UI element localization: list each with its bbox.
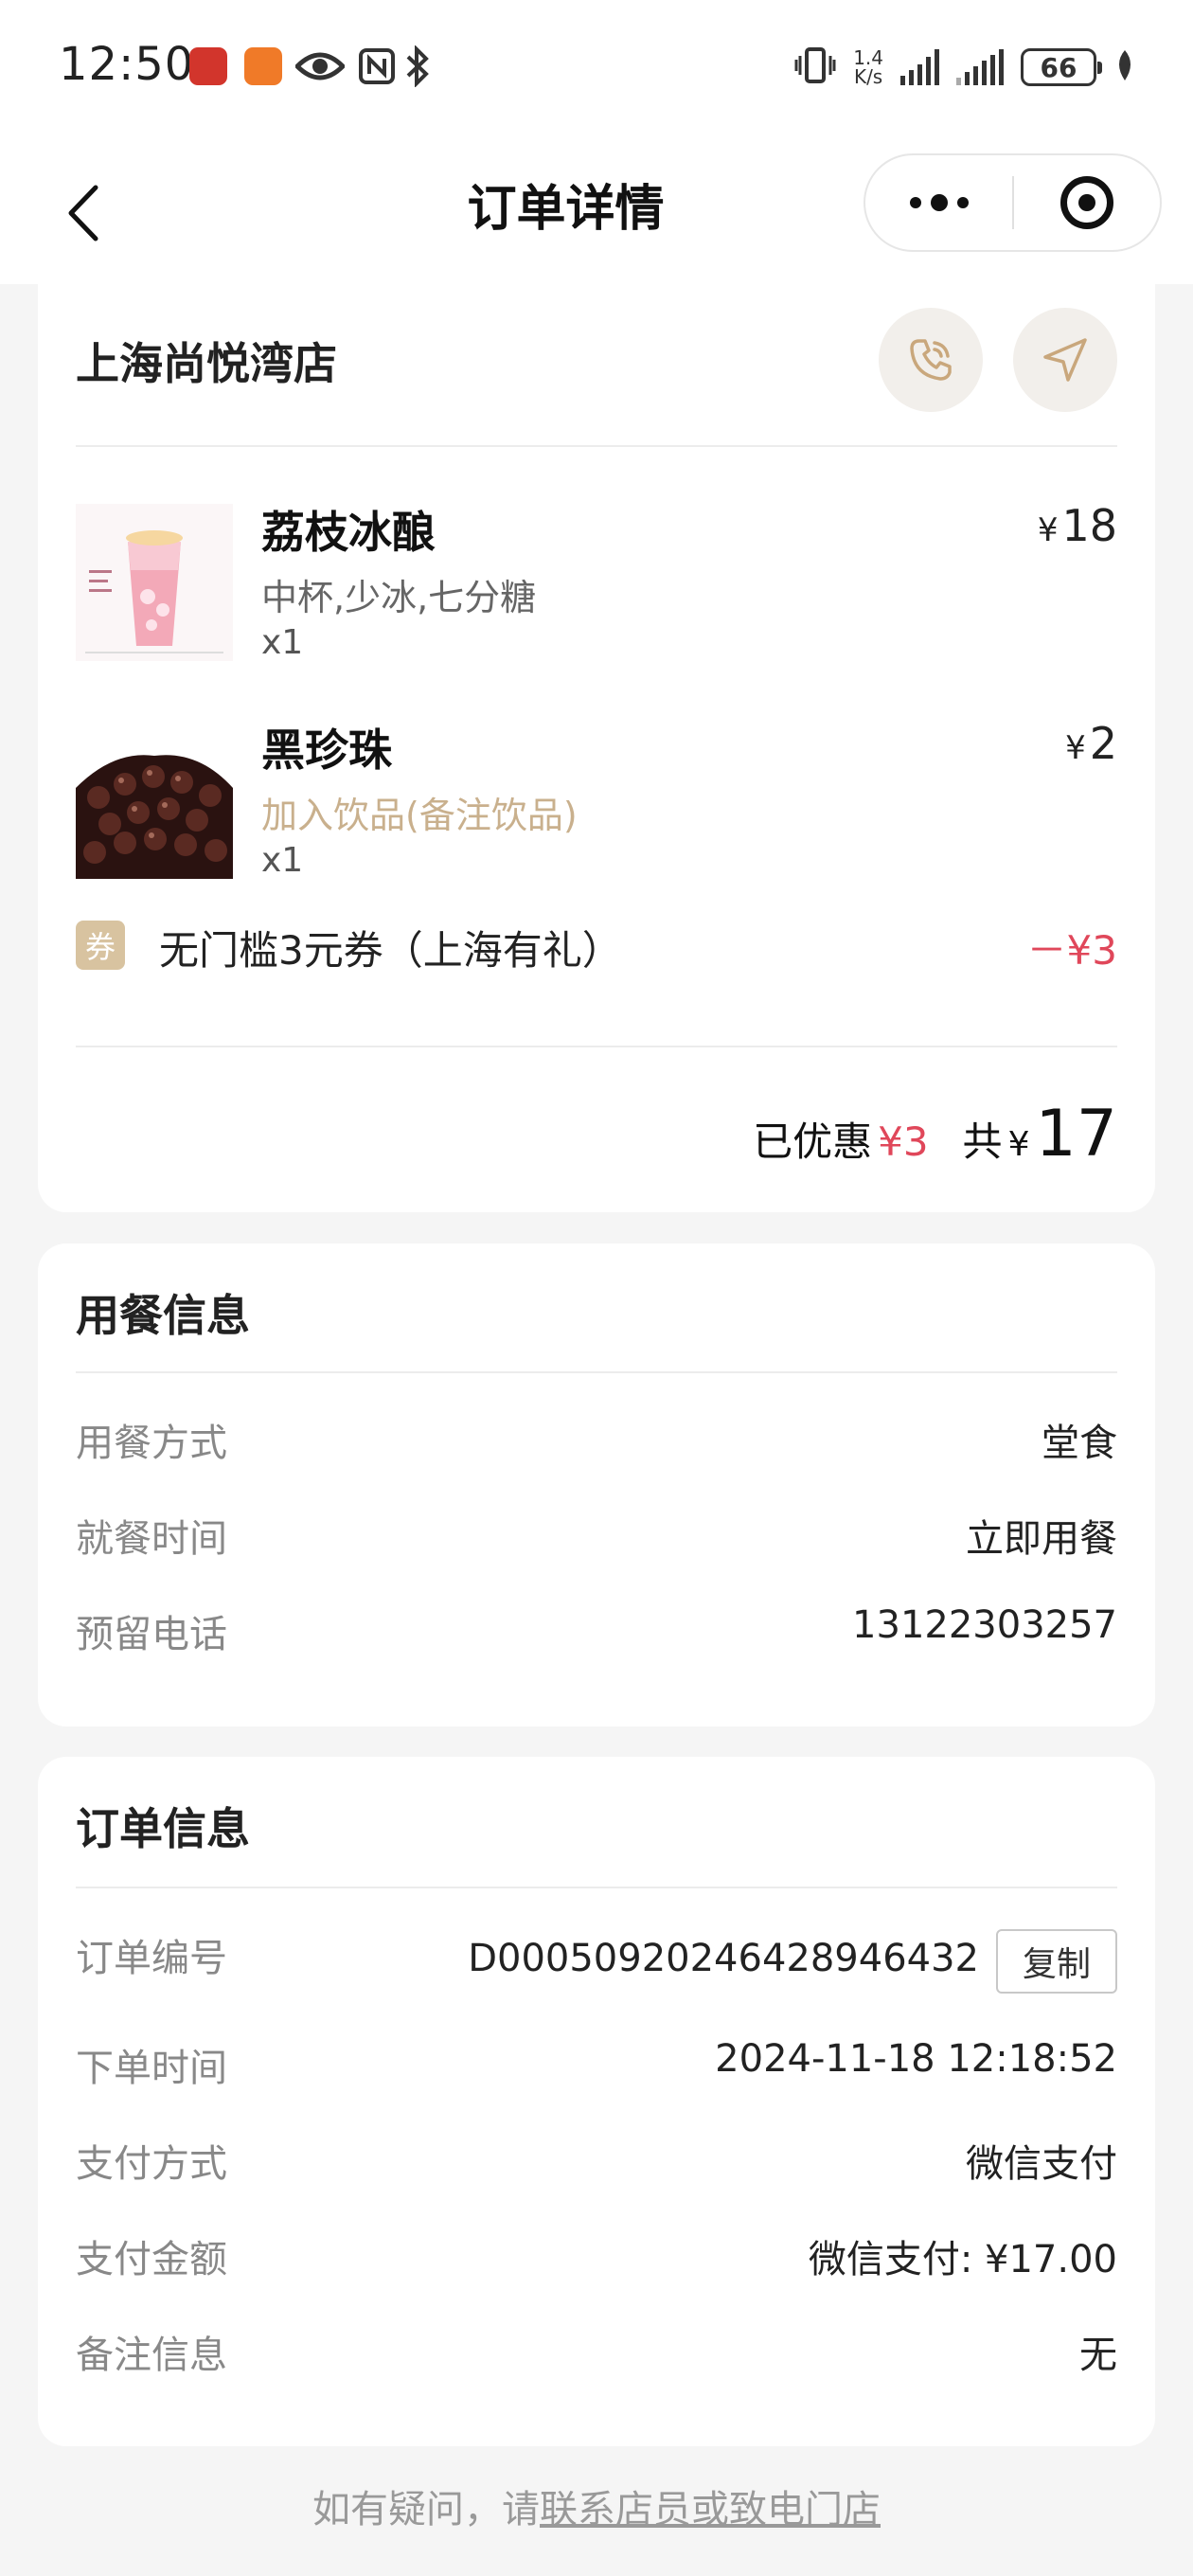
app-orange-icon bbox=[244, 47, 282, 85]
coupon-badge: 券 bbox=[76, 921, 125, 970]
coupon-amount: －¥3 bbox=[1026, 927, 1117, 974]
info-row: 预留电话 13122303257 bbox=[76, 1603, 1117, 1660]
phone-icon bbox=[910, 339, 952, 381]
info-value: 微信支付 bbox=[966, 2142, 1117, 2186]
signal-icon bbox=[900, 49, 939, 85]
item-spec: 中杯,少冰,七分糖 bbox=[261, 577, 537, 618]
net-speed: 1.4 K/s bbox=[853, 48, 883, 86]
item-image-pink-drink bbox=[76, 504, 233, 661]
help-footer: 如有疑问，请联系店员或致电门店 bbox=[0, 2478, 1193, 2533]
order-summary: 已优惠 ¥3 共 ¥ 17 bbox=[753, 1097, 1117, 1172]
info-label: 就餐时间 bbox=[76, 1517, 227, 1561]
total-value: 17 bbox=[1035, 1097, 1117, 1172]
battery-level: 66 bbox=[1040, 51, 1077, 83]
item-spec: 加入饮品(备注饮品) bbox=[261, 795, 578, 836]
net-speed-unit: K/s bbox=[853, 65, 883, 88]
info-row: 用餐方式 堂食 bbox=[76, 1412, 1117, 1469]
store-name: 上海尚悦湾店 bbox=[76, 338, 337, 389]
order-info-card: 订单信息 订单编号 D000509202464289464​32 复制 下单时间… bbox=[38, 1757, 1155, 2446]
vibrate-icon bbox=[794, 46, 836, 88]
discount-label: 已优惠 bbox=[753, 1118, 873, 1165]
navigate-arrow-icon bbox=[1043, 338, 1087, 382]
order-number: D000509202464289464​32 bbox=[468, 1937, 979, 1980]
signal-icon bbox=[956, 49, 1004, 85]
info-value: 2024-11-18 12:18:52 bbox=[715, 2037, 1117, 2081]
nfc-icon bbox=[358, 47, 396, 89]
eye-icon bbox=[294, 47, 347, 89]
footer-prefix: 如有疑问，请 bbox=[312, 2488, 540, 2531]
leaf-icon bbox=[1113, 48, 1136, 86]
coupon-name: 无门槛3元券（上海有礼） bbox=[159, 927, 622, 974]
total-label: 共 bbox=[962, 1118, 1003, 1165]
summary-divider bbox=[76, 1046, 1117, 1047]
section-divider bbox=[76, 1887, 1117, 1888]
item-name: 黑珍珠 bbox=[261, 724, 392, 776]
status-bar: 12:50 1.4 K/s 66 bbox=[0, 0, 1193, 142]
status-time: 12:50 bbox=[59, 38, 195, 91]
item-qty: x1 bbox=[261, 841, 304, 880]
info-label: 支付方式 bbox=[76, 2142, 227, 2186]
copy-button[interactable]: 复制 bbox=[996, 1929, 1117, 1994]
item-price-value: 18 bbox=[1061, 500, 1117, 551]
dining-info-card: 用餐信息 用餐方式 堂食 就餐时间 立即用餐 预留电话 13122303257 bbox=[38, 1243, 1155, 1726]
order-item: 黑珍珠 加入饮品(备注饮品) x1 ¥2 bbox=[76, 718, 1117, 911]
info-label: 订单编号 bbox=[76, 1937, 227, 1980]
contact-store-link[interactable]: 联系店员或致电门店 bbox=[540, 2488, 881, 2531]
info-label: 备注信息 bbox=[76, 2334, 227, 2377]
app-red-icon bbox=[189, 47, 227, 85]
info-value: 堂食 bbox=[1042, 1422, 1117, 1465]
info-row: 下单时间 2024-11-18 12:18:52 bbox=[76, 2037, 1117, 2094]
navigate-store-button[interactable] bbox=[1013, 308, 1117, 412]
info-value: 立即用餐 bbox=[966, 1517, 1117, 1561]
target-circle-icon bbox=[1060, 176, 1113, 229]
info-label: 下单时间 bbox=[76, 2047, 227, 2090]
section-title: 订单信息 bbox=[76, 1803, 250, 1854]
info-value: 微信支付: ¥17.00 bbox=[808, 2238, 1117, 2281]
item-price: ¥18 bbox=[1038, 500, 1117, 551]
bluetooth-icon bbox=[405, 45, 430, 91]
discount-value: ¥3 bbox=[878, 1118, 929, 1165]
more-dots-icon bbox=[909, 194, 969, 211]
item-qty: x1 bbox=[261, 623, 304, 662]
item-price-value: 2 bbox=[1089, 718, 1117, 769]
info-row: 支付金额 微信支付: ¥17.00 bbox=[76, 2228, 1117, 2285]
net-speed-value: 1.4 bbox=[853, 46, 883, 69]
section-divider bbox=[76, 1371, 1117, 1373]
item-price: ¥2 bbox=[1065, 718, 1117, 769]
info-label: 预留电话 bbox=[76, 1613, 227, 1656]
coupon-row: 券 无门槛3元券（上海有礼） －¥3 bbox=[76, 915, 1117, 974]
call-store-button[interactable] bbox=[879, 308, 983, 412]
status-right-group: 1.4 K/s 66 bbox=[794, 44, 1136, 91]
battery-icon: 66 bbox=[1021, 48, 1102, 86]
order-item: 荔枝冰酿 中杯,少冰,七分糖 x1 ¥18 bbox=[76, 500, 1117, 693]
info-row: 备注信息 无 bbox=[76, 2324, 1117, 2381]
info-value: 13122303257 bbox=[852, 1603, 1117, 1647]
close-mini-program-button[interactable] bbox=[1014, 155, 1160, 250]
info-row: 支付方式 微信支付 bbox=[76, 2133, 1117, 2190]
info-value: 无 bbox=[1079, 2334, 1117, 2377]
info-label: 支付金额 bbox=[76, 2238, 227, 2281]
item-image-black-pearls bbox=[76, 722, 233, 879]
currency-symbol: ¥ bbox=[1037, 511, 1059, 549]
info-row: 订单编号 D000509202464289464​32 复制 bbox=[76, 1927, 1117, 1994]
currency-symbol: ¥ bbox=[1065, 729, 1086, 767]
more-button[interactable] bbox=[865, 155, 1012, 250]
nav-bar: 订单详情 bbox=[0, 142, 1193, 284]
order-items-card: 上海尚悦湾店 荔枝冰酿 中杯,少冰,七分糖 x1 ¥18 黑珍珠 加入饮品(备注… bbox=[38, 284, 1155, 1212]
section-title: 用餐信息 bbox=[76, 1290, 250, 1341]
mini-program-capsule bbox=[864, 153, 1162, 252]
info-row: 就餐时间 立即用餐 bbox=[76, 1508, 1117, 1565]
info-label: 用餐方式 bbox=[76, 1422, 227, 1465]
item-name: 荔枝冰酿 bbox=[261, 507, 436, 558]
total-currency: ¥ bbox=[1007, 1125, 1030, 1164]
store-divider bbox=[76, 445, 1117, 447]
